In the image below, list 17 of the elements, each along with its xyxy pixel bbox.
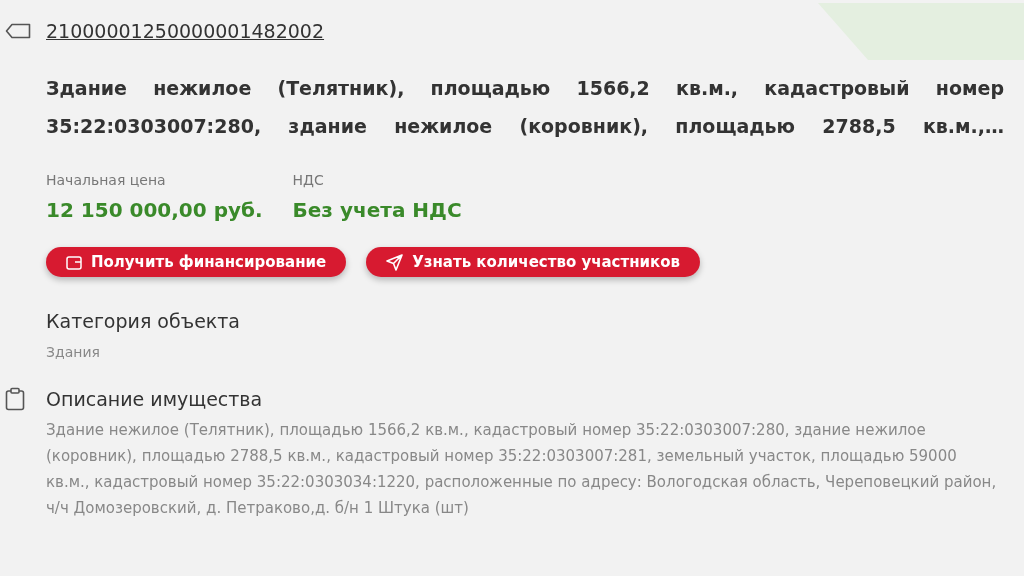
title-line: Здание нежилое (Телятник), площадью 1566,2 кв.м., кадастровый номер [46,76,1004,101]
category-value: Здания [46,342,101,362]
price-value: 12 150 000,00 руб. [46,197,263,224]
financing-button[interactable]: Получить финансирование [46,247,347,277]
participants-button[interactable]: Узнать количество участников [366,247,701,277]
wallet-icon [66,254,82,270]
price-label: Начальная цена [46,171,167,190]
description-text: Здание нежилое (Телятник), площадью 1566,2 кв.м., кадастровый номер 35:22:0303007:280, здание нежилое (коровник), площадью 2788,5 кв.м., кадастровый номер 35:22:0303007:281, земельный участок, площадью 59000 кв.м., кадастровый номер 35:22:0303034:1220, расположенные по адресу: Вологодская область, Череповецкий район, ч/ч Домозеровский, д. Петраково,д. б/н 1 Штука (шт) [46,420,998,519]
description-label: Описание имущества [46,386,264,412]
clipboard-icon [5,386,25,411]
tag-icon [5,23,31,39]
vat-value: Без учета НДС [292,197,462,224]
vat-label: НДС [292,171,325,190]
title-line: 35:22:0303007:280, здание нежилое (коровник), площадью 2788,5 кв.м.,… [46,114,1004,139]
category-label: Категория объекта [46,309,242,334]
send-icon [386,253,404,271]
lot-number-link[interactable]: 21000001250000001482002 [46,16,325,46]
